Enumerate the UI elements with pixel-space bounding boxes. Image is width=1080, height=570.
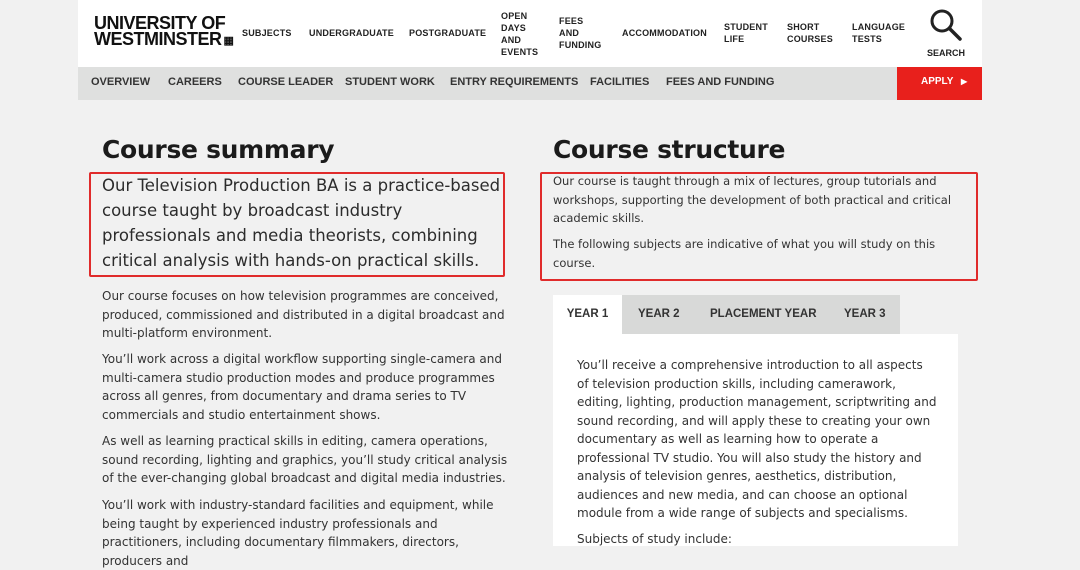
year-1-description: You’ll receive a comprehensive introduct… [577, 358, 937, 520]
nav-subjects[interactable]: SUBJECTS [242, 27, 292, 39]
subnav-student-work[interactable]: STUDENT WORK [345, 67, 435, 100]
nav-postgraduate[interactable]: POSTGRADUATE [409, 27, 486, 39]
subnav-entry-requirements[interactable]: ENTRY REQUIREMENTS [450, 67, 578, 100]
logo-mark-icon: ▦ [223, 35, 234, 47]
nav-fees-funding[interactable]: FEES AND FUNDING [559, 15, 604, 51]
nav-undergraduate[interactable]: UNDERGRADUATE [309, 27, 394, 39]
summary-paragraph: As well as learning practical skills in … [102, 434, 508, 485]
subnav-facilities[interactable]: FACILITIES [590, 67, 649, 100]
site-header: UNIVERSITY OF WESTMINSTER ▦ SUBJECTS UNDE… [78, 0, 982, 67]
tab-panel-year-1: You’ll receive a comprehensive introduct… [553, 334, 958, 546]
tab-year-3[interactable]: YEAR 3 [844, 295, 886, 334]
subnav-overview[interactable]: OVERVIEW [91, 67, 150, 100]
year-tabs: YEAR 1 YEAR 2 PLACEMENT YEAR YEAR 3 [553, 295, 900, 334]
university-logo[interactable]: UNIVERSITY OF WESTMINSTER ▦ [94, 14, 234, 49]
course-summary-title: Course summary [102, 135, 335, 164]
course-structure-title: Course structure [553, 135, 786, 164]
tab-year-2[interactable]: YEAR 2 [638, 295, 680, 334]
highlight-box-summary [89, 172, 505, 277]
nav-student-life[interactable]: STUDENT LIFE [724, 21, 769, 45]
search-icon [930, 9, 962, 41]
nav-open-days[interactable]: OPEN DAYS AND EVENTS [501, 10, 541, 58]
apply-button[interactable]: APPLY ▶ [897, 67, 982, 100]
summary-paragraph: You’ll work with industry-standard facil… [102, 498, 494, 568]
logo-line2: WESTMINSTER [94, 29, 222, 49]
summary-paragraph: Our course focuses on how television pro… [102, 289, 505, 340]
chevron-right-icon: ▶ [961, 77, 968, 86]
highlight-box-structure [540, 172, 978, 281]
nav-short-courses[interactable]: SHORT COURSES [787, 21, 837, 45]
subjects-of-study-heading: Subjects of study include: [577, 532, 732, 546]
search-button[interactable]: SEARCH [927, 8, 967, 60]
subnav-course-leader[interactable]: COURSE LEADER [238, 67, 333, 100]
subnav-careers[interactable]: CAREERS [168, 67, 222, 100]
search-label: SEARCH [927, 48, 966, 58]
tab-year-1[interactable]: YEAR 1 [553, 295, 622, 334]
nav-language-tests[interactable]: LANGUAGE TESTS [852, 21, 912, 45]
subnav-fees-funding[interactable]: FEES AND FUNDING [666, 67, 774, 100]
nav-accommodation[interactable]: ACCOMMODATION [622, 27, 707, 39]
course-subnav: OVERVIEW CAREERS COURSE LEADER STUDENT W… [78, 67, 982, 100]
apply-label: APPLY [921, 76, 954, 87]
summary-paragraph: You’ll work across a digital workflow su… [102, 352, 502, 422]
tab-placement-year[interactable]: PLACEMENT YEAR [710, 295, 817, 334]
